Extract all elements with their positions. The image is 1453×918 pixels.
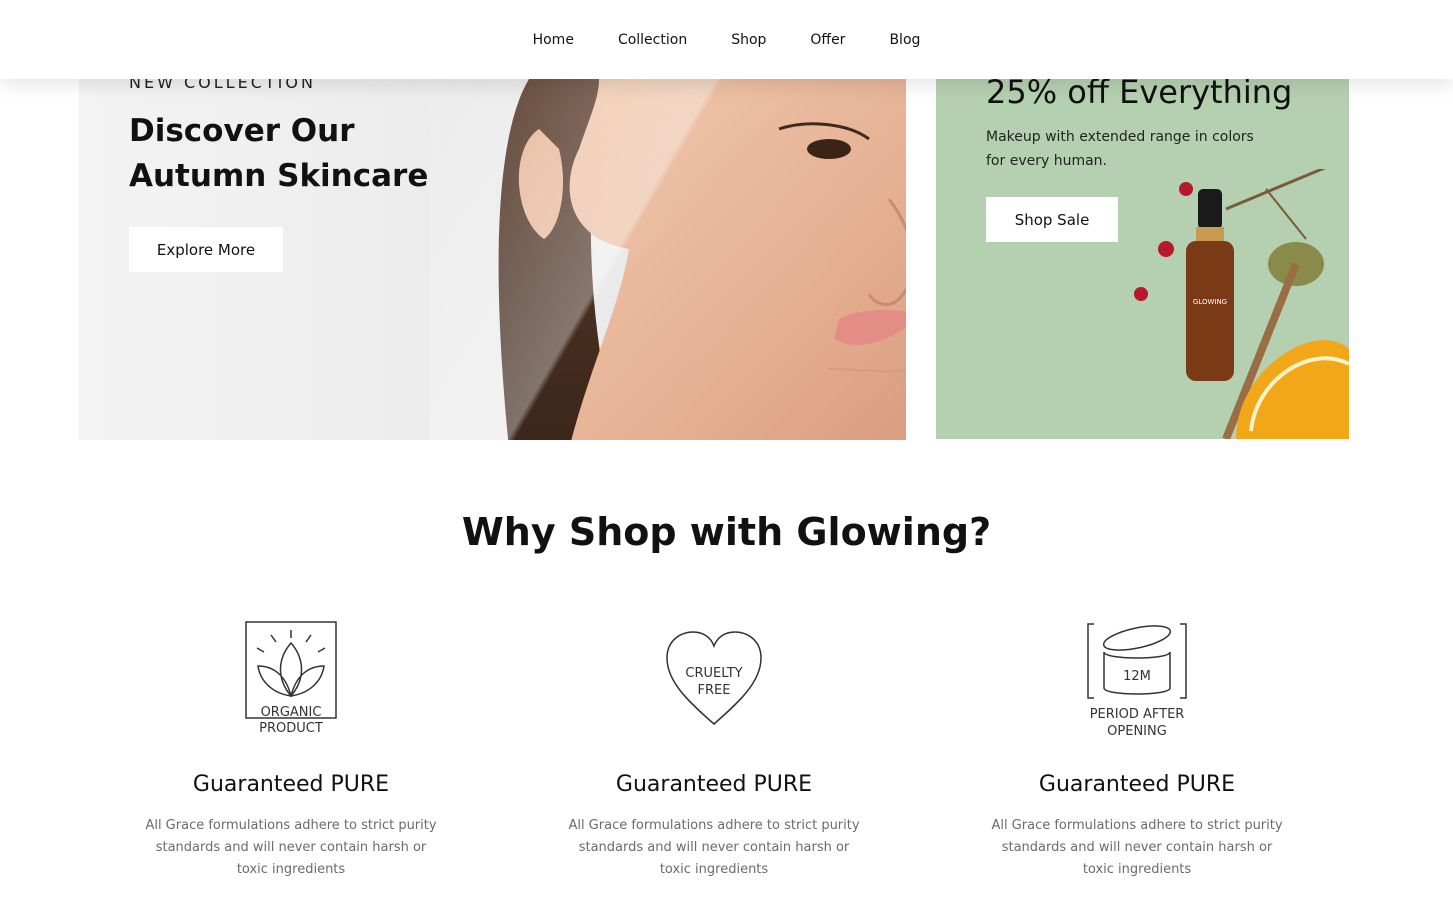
bottle-label: GLOWING <box>1193 298 1227 306</box>
icon-text-product: PRODUCT <box>259 721 323 736</box>
explore-more-button[interactable]: Explore More <box>129 227 283 272</box>
hero-title: Discover Our Autumn Skincare <box>129 109 429 199</box>
light-overlay <box>429 79 906 440</box>
feature-heading: Guaranteed PURE <box>615 772 813 797</box>
hero-title-line2: Autumn Skincare <box>129 158 429 194</box>
offer-banner: GLOWING 25% off Everything Makeup with e… <box>936 79 1349 439</box>
icon-text-free: FREE <box>698 683 731 698</box>
site-header: Home Collection Shop Offer Blog <box>0 0 1453 79</box>
offer-title: 25% off Everything <box>986 79 1293 111</box>
feature-text: All Grace formulations adhere to strict … <box>568 818 860 877</box>
organic-product-icon: ORGANIC PRODUCT <box>245 621 337 736</box>
serum-bottle-image: GLOWING <box>1134 169 1349 439</box>
offer-text: Makeup with extended range in colors for… <box>986 129 1254 169</box>
cruelty-free-icon: CRUELTY FREE <box>666 631 762 725</box>
nav-collection[interactable]: Collection <box>596 30 709 50</box>
period-after-opening-icon: 12M PERIOD AFTER OPENING <box>1087 623 1187 739</box>
icon-text-cruelty: CRUELTY <box>685 666 742 681</box>
nav-shop[interactable]: Shop <box>709 30 788 50</box>
icon-text-12m: 12M <box>1123 669 1151 684</box>
feature-card-cruelty-free: CRUELTY FREE Guaranteed PURE All Grace f… <box>564 618 864 881</box>
nav-blog[interactable]: Blog <box>867 30 942 50</box>
feature-heading: Guaranteed PURE <box>192 772 390 797</box>
feature-card-organic: ORGANIC PRODUCT Guaranteed PURE All Grac… <box>141 618 441 881</box>
main-nav: Home Collection Shop Offer Blog <box>511 30 943 50</box>
icon-text-opening: OPENING <box>1107 724 1167 739</box>
feature-text: All Grace formulations adhere to strict … <box>145 818 437 877</box>
hero-eyebrow: NEW COLLECTION <box>129 79 316 92</box>
feature-text: All Grace formulations adhere to strict … <box>991 818 1283 877</box>
shop-sale-button[interactable]: Shop Sale <box>986 197 1118 242</box>
hero-title-line1: Discover Our <box>129 113 355 149</box>
nav-offer[interactable]: Offer <box>788 30 867 50</box>
feature-heading: Guaranteed PURE <box>1038 772 1236 797</box>
feature-card-period-after-opening: 12M PERIOD AFTER OPENING Guaranteed PURE… <box>987 618 1287 881</box>
hero-banner: NEW COLLECTION Discover Our Autumn Skinc… <box>79 79 906 440</box>
why-section-title: Why Shop with Glowing? <box>461 510 992 554</box>
icon-text-organic: ORGANIC <box>261 705 322 720</box>
icon-text-period-after: PERIOD AFTER <box>1090 707 1185 722</box>
nav-home[interactable]: Home <box>511 30 596 50</box>
